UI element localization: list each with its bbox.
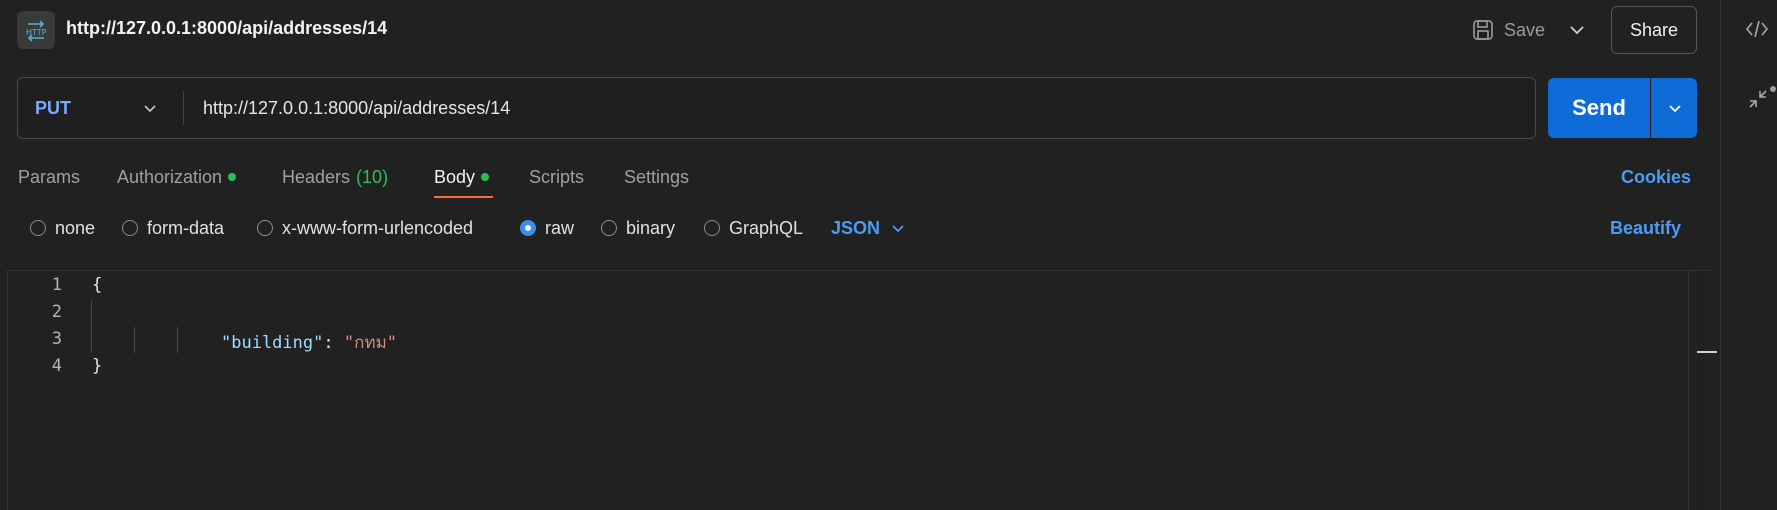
request-header: HTTP http://127.0.0.1:8000/api/addresses… [0,0,1720,58]
body-type-graphql[interactable]: GraphQL [704,214,803,242]
language-label: JSON [831,217,881,238]
chevron-down-icon [892,225,904,233]
language-select[interactable]: JSON [831,214,906,242]
request-tabs: Params Authorization Headers (10) Body S… [0,160,1720,200]
code-open-brace: { [92,275,103,295]
json-value: "กทม" [343,333,398,353]
url-bar: PUT [17,77,1536,139]
tab-scripts[interactable]: Scripts [529,163,584,191]
cookies-link[interactable]: Cookies [1621,163,1691,191]
body-type-none[interactable]: none [30,214,95,242]
body-code-editor[interactable]: 1 2 3 4 { "building": "กทม" } [7,270,1717,510]
save-label: Save [1504,19,1546,40]
code-close-brace: } [92,356,103,376]
url-input[interactable] [203,78,1523,138]
tab-authorization[interactable]: Authorization [117,163,237,191]
beautify-button[interactable]: Beautify [1610,214,1681,242]
radio-button[interactable] [704,220,720,236]
radio-button-checked[interactable] [520,220,536,236]
notification-dot [1770,86,1776,92]
status-dot [228,173,237,181]
send-options-chevron-icon[interactable] [1651,78,1697,138]
line-number: 3 [51,329,62,349]
radio-label: form-data [147,217,225,238]
tab-label: Scripts [529,166,585,187]
radio-label: GraphQL [729,217,804,238]
json-colon: : [323,333,344,353]
scrollbar-thumb[interactable] [1697,351,1717,353]
tab-label: Params [18,166,81,187]
tab-label: Settings [624,166,690,187]
url-divider [183,91,184,125]
save-button[interactable]: Save [1472,14,1545,46]
radio-label: binary [626,217,676,238]
body-type-binary[interactable]: binary [601,214,675,242]
svg-text:HTTP: HTTP [26,28,47,37]
tab-params[interactable]: Params [18,163,80,191]
body-type-urlencoded[interactable]: x-www-form-urlencoded [257,214,473,242]
send-button[interactable]: Send [1548,78,1650,138]
line-number: 4 [51,356,62,376]
radio-button[interactable] [601,220,617,236]
method-select[interactable]: PUT [18,78,183,138]
line-number: 1 [51,275,62,295]
json-key: "building" [221,333,324,353]
tab-settings[interactable]: Settings [624,163,689,191]
share-button[interactable]: Share [1611,6,1697,54]
tab-label: Headers [282,166,351,187]
tab-label: Authorization [117,166,223,187]
code-snippet-icon[interactable] [1745,18,1769,45]
http-request-icon: HTTP [17,11,55,49]
line-number: 2 [51,302,62,322]
radio-button[interactable] [122,220,138,236]
radio-label: x-www-form-urlencoded [282,217,474,238]
radio-button[interactable] [30,220,46,236]
radio-label: raw [545,217,575,238]
headers-count: (10) [356,166,389,187]
editor-scrollbar[interactable] [1688,271,1710,510]
body-type-form-data[interactable]: form-data [122,214,224,242]
tab-label: Body [434,166,476,187]
status-dot [481,173,490,181]
indent-guide [177,327,178,353]
collapse-arrows-icon[interactable] [1748,88,1768,115]
active-tab-indicator [434,196,493,198]
code-line-building: "building": "กทม" [221,329,397,356]
right-sidebar [1720,0,1777,510]
body-type-raw[interactable]: raw [520,214,574,242]
indent-guide [134,327,135,353]
tab-body[interactable]: Body [434,163,490,191]
method-label: PUT [35,97,71,118]
radio-label: none [55,217,96,238]
save-options-chevron-icon[interactable] [1566,20,1588,40]
indent-guide [91,327,92,353]
body-type-selector: none form-data x-www-form-urlencoded raw… [0,214,1720,242]
request-title[interactable]: http://127.0.0.1:8000/api/addresses/14 [66,18,387,39]
tab-headers[interactable]: Headers (10) [282,163,388,191]
save-icon [1473,20,1493,40]
indent-guide [91,301,92,327]
radio-button[interactable] [257,220,273,236]
method-chevron-down-icon[interactable] [142,100,158,121]
